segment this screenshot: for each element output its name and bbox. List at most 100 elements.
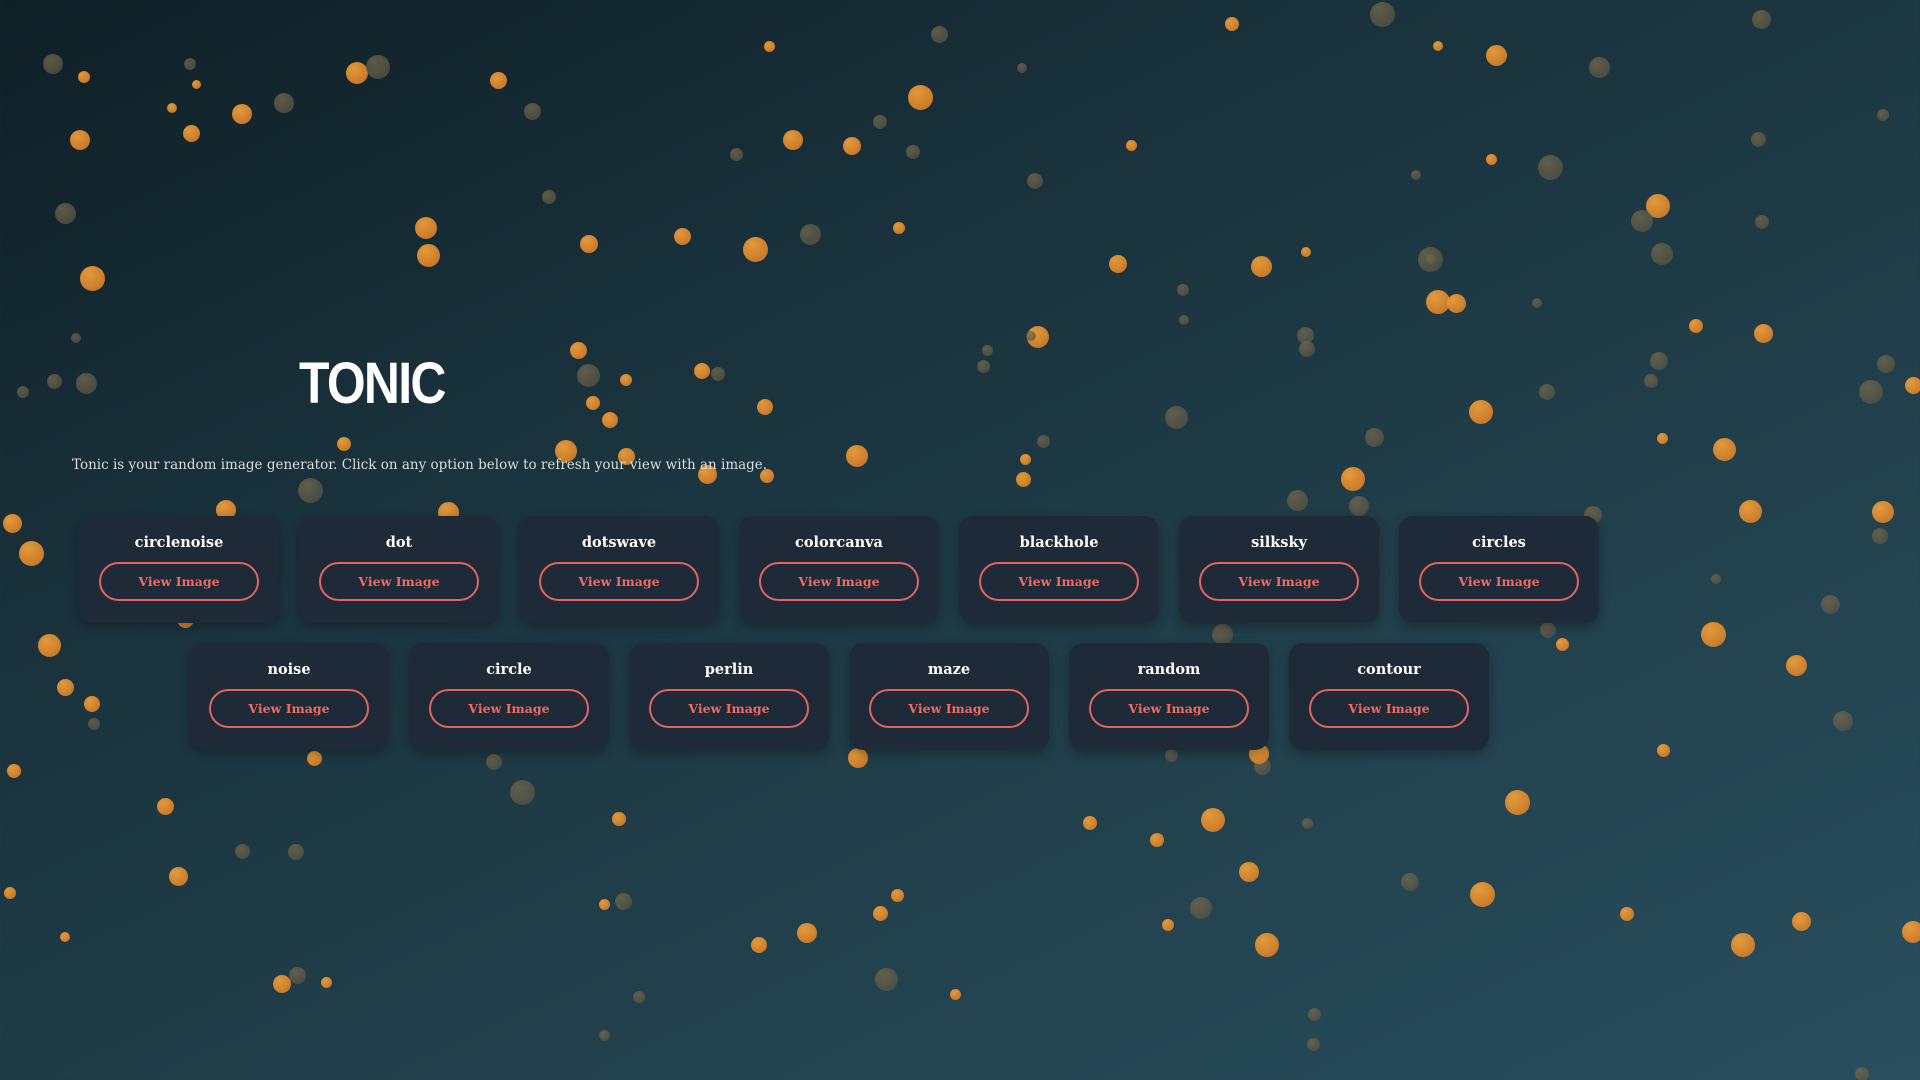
view-image-button-dot[interactable]: View Image: [319, 562, 479, 601]
background-dot: [1872, 501, 1894, 523]
background-dot: [1791, 911, 1811, 931]
background-dot: [633, 991, 645, 1003]
background-dot: [1307, 1007, 1321, 1021]
background-dot: [1255, 933, 1279, 957]
background-dot: [4, 887, 16, 899]
background-dot: [1785, 654, 1807, 676]
background-dot: [78, 71, 90, 83]
generator-name: colorcanva: [795, 534, 883, 551]
background-dot: [168, 866, 188, 886]
background-dot: [981, 344, 993, 356]
background-dot: [1027, 173, 1043, 189]
background-dot: [598, 898, 610, 910]
background-dot: [1902, 921, 1920, 943]
background-dot: [1755, 215, 1769, 229]
generator-name: blackhole: [1019, 534, 1099, 551]
background-dot: [1026, 331, 1036, 341]
generator-card-dotswave: dotswave View Image: [519, 516, 719, 623]
background-dot: [1017, 63, 1027, 73]
background-dot: [1753, 323, 1773, 343]
background-dot: [612, 812, 626, 826]
generator-card-blackhole: blackhole View Image: [959, 516, 1159, 623]
background-dot: [60, 932, 70, 942]
generator-name: noise: [267, 661, 311, 678]
background-dot: [1731, 933, 1755, 957]
background-dot: [1179, 315, 1189, 325]
background-dot: [1250, 255, 1272, 277]
background-dot: [783, 130, 803, 150]
view-image-button-blackhole[interactable]: View Image: [979, 562, 1139, 601]
background-dot: [7, 764, 21, 778]
view-image-button-perlin[interactable]: View Image: [649, 689, 809, 728]
background-dot: [17, 386, 29, 398]
generator-card-noise: noise View Image: [189, 643, 389, 750]
view-image-button-circles[interactable]: View Image: [1419, 562, 1579, 601]
background-dot: [1433, 41, 1443, 51]
background-dot: [1485, 153, 1497, 165]
view-image-button-silksky[interactable]: View Image: [1199, 562, 1359, 601]
view-image-button-circle[interactable]: View Image: [429, 689, 589, 728]
background-dot: [79, 265, 105, 291]
background-dot: [1833, 711, 1853, 731]
background-dot: [848, 748, 868, 768]
generator-card-maze: maze View Image: [849, 643, 1049, 750]
background-dot: [586, 396, 600, 410]
background-dot: [930, 25, 948, 43]
generator-card-random: random View Image: [1069, 643, 1269, 750]
view-image-button-contour[interactable]: View Image: [1309, 689, 1469, 728]
view-image-button-noise[interactable]: View Image: [209, 689, 369, 728]
background-dot: [1469, 881, 1495, 907]
generator-name: maze: [927, 661, 971, 678]
view-image-button-random[interactable]: View Image: [1089, 689, 1249, 728]
background-dot: [1620, 907, 1634, 921]
background-dot: [1019, 453, 1031, 465]
background-dot: [1225, 17, 1239, 31]
background-dot: [729, 147, 743, 161]
background-dot: [1301, 247, 1311, 257]
background-dot: [890, 888, 904, 902]
background-dot: [1644, 374, 1658, 388]
background-dot: [37, 633, 61, 657]
background-dot: [711, 367, 725, 381]
background-dot: [673, 227, 691, 245]
app-logo: TONIC: [299, 351, 446, 416]
view-image-button-maze[interactable]: View Image: [869, 689, 1029, 728]
background-dot: [1539, 384, 1555, 400]
background-dot: [542, 190, 556, 204]
background-dot: [694, 363, 710, 379]
background-dot: [1877, 355, 1895, 373]
background-dot: [1650, 352, 1668, 370]
background-dot: [1109, 255, 1127, 273]
background-dot: [1411, 170, 1421, 180]
background-dot: [1872, 528, 1888, 544]
background-dot: [1504, 789, 1530, 815]
generator-name: silksky: [1251, 534, 1307, 551]
background-dot: [1299, 341, 1315, 357]
background-dot: [1877, 109, 1889, 121]
background-dot: [742, 236, 768, 262]
background-dot: [1904, 376, 1920, 394]
generator-name: contour: [1357, 661, 1421, 678]
background-dot: [1201, 808, 1225, 832]
background-dot: [1446, 293, 1466, 313]
view-image-button-dotswave[interactable]: View Image: [539, 562, 699, 601]
background-dot: [763, 40, 775, 52]
background-dot: [156, 797, 174, 815]
background-dot: [757, 399, 773, 415]
background-dot: [580, 235, 598, 253]
background-dot: [843, 137, 861, 155]
generator-name: circle: [486, 661, 532, 678]
view-image-button-circlenoise[interactable]: View Image: [99, 562, 259, 601]
generator-card-perlin: perlin View Image: [629, 643, 829, 750]
view-image-button-colorcanva[interactable]: View Image: [759, 562, 919, 601]
background-dot: [54, 202, 76, 224]
background-dot: [1820, 594, 1840, 614]
background-dot: [1015, 471, 1031, 487]
generator-card-circlenoise: circlenoise View Image: [79, 516, 279, 623]
background-dot: [415, 217, 437, 239]
background-dot: [1125, 139, 1137, 151]
generator-card-dot: dot View Image: [299, 516, 499, 623]
generator-name: dotswave: [581, 534, 657, 551]
generator-name: circlenoise: [134, 534, 224, 551]
background-dot: [167, 103, 177, 113]
